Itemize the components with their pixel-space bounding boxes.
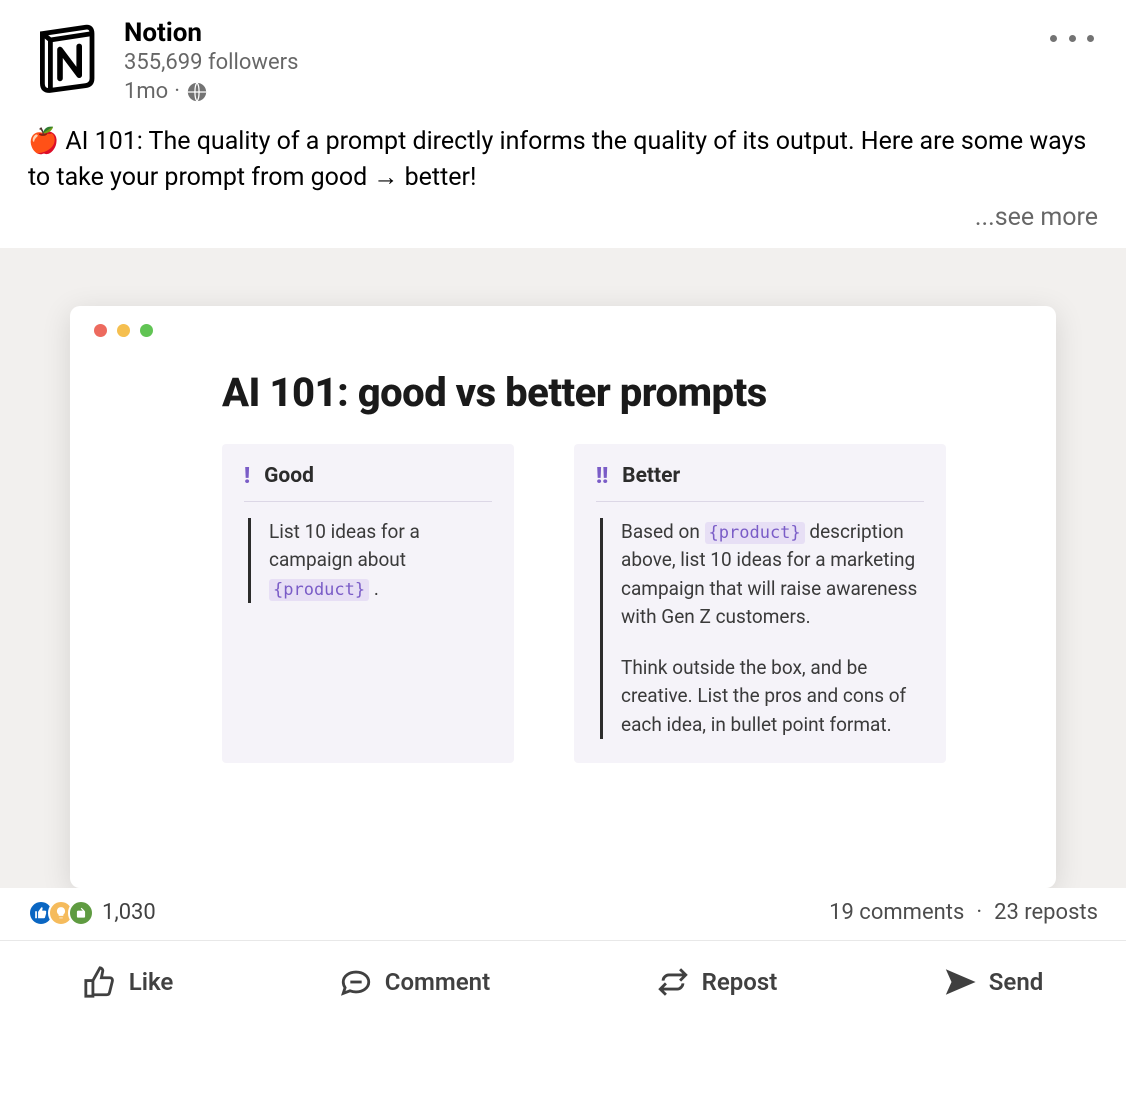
like-label: Like — [129, 968, 174, 996]
count-separator: · — [976, 900, 982, 925]
close-dot-icon — [94, 324, 107, 337]
zoom-dot-icon — [140, 324, 153, 337]
window-traffic-lights — [94, 320, 1032, 355]
post-meta: 1mo · — [124, 79, 1098, 104]
repost-icon — [656, 965, 690, 999]
author-identity: Notion 355,699 followers 1mo · — [124, 16, 1098, 104]
repost-count[interactable]: 23 reposts — [994, 900, 1098, 925]
product-token: {product} — [705, 522, 805, 544]
exclamation-icon: ! — [244, 464, 250, 489]
social-counts-bar: 1,030 19 comments · 23 reposts — [0, 888, 1126, 941]
comment-button[interactable]: Comment — [315, 951, 514, 1013]
meta-separator: · — [174, 79, 180, 104]
see-more-button[interactable]: ...see more — [0, 197, 1126, 248]
post-header: Notion 355,699 followers 1mo · — [0, 0, 1126, 112]
author-avatar[interactable] — [28, 16, 108, 96]
follower-count: 355,699 followers — [124, 50, 1098, 75]
better-card-body: Based on {product} description above, li… — [600, 518, 924, 740]
post-text: 🍎 AI 101: The quality of a prompt direct… — [0, 112, 1126, 197]
document-window: AI 101: good vs better prompts ! Good Li… — [70, 306, 1056, 888]
social-post: Notion 355,699 followers 1mo · 🍎 AI 101:… — [0, 0, 1126, 1023]
good-text-a: List 10 ideas for a campaign about — [269, 520, 420, 572]
comment-label: Comment — [385, 968, 490, 996]
post-image[interactable]: AI 101: good vs better prompts ! Good Li… — [0, 248, 1126, 888]
notion-logo-icon — [28, 16, 108, 96]
good-card-body: List 10 ideas for a campaign about {prod… — [248, 518, 492, 604]
like-button[interactable]: Like — [59, 951, 198, 1013]
better-text-p2: Think outside the box, and be creative. … — [621, 654, 924, 740]
send-icon — [943, 965, 977, 999]
good-text-b: . — [369, 577, 379, 600]
better-card: !! Better Based on {product} description… — [574, 444, 946, 764]
reaction-count: 1,030 — [102, 900, 156, 925]
action-bar: Like Comment Repost Send — [0, 941, 1126, 1023]
document-title: AI 101: good vs better prompts — [94, 355, 1032, 444]
thumbs-up-icon — [83, 965, 117, 999]
engagement-counts: 19 comments · 23 reposts — [829, 900, 1098, 925]
post-age: 1mo — [124, 79, 168, 104]
send-button[interactable]: Send — [919, 951, 1067, 1013]
comment-count[interactable]: 19 comments — [829, 900, 964, 925]
better-card-title: Better — [622, 464, 680, 488]
clap-reaction-icon — [68, 900, 94, 926]
good-card-title: Good — [264, 464, 314, 488]
better-text-a: Based on — [621, 520, 705, 543]
repost-button[interactable]: Repost — [632, 951, 802, 1013]
author-name[interactable]: Notion — [124, 18, 1098, 48]
globe-icon — [186, 81, 208, 103]
good-card: ! Good List 10 ideas for a campaign abou… — [222, 444, 514, 764]
reaction-icons — [28, 900, 94, 926]
more-options-button[interactable] — [1050, 24, 1094, 52]
comment-icon — [339, 965, 373, 999]
repost-label: Repost — [702, 968, 778, 996]
comparison-cards: ! Good List 10 ideas for a campaign abou… — [94, 444, 1032, 764]
minimize-dot-icon — [117, 324, 130, 337]
double-exclamation-icon: !! — [596, 464, 608, 489]
product-token: {product} — [269, 579, 369, 601]
send-label: Send — [989, 968, 1043, 996]
reactions-summary[interactable]: 1,030 — [28, 900, 156, 926]
